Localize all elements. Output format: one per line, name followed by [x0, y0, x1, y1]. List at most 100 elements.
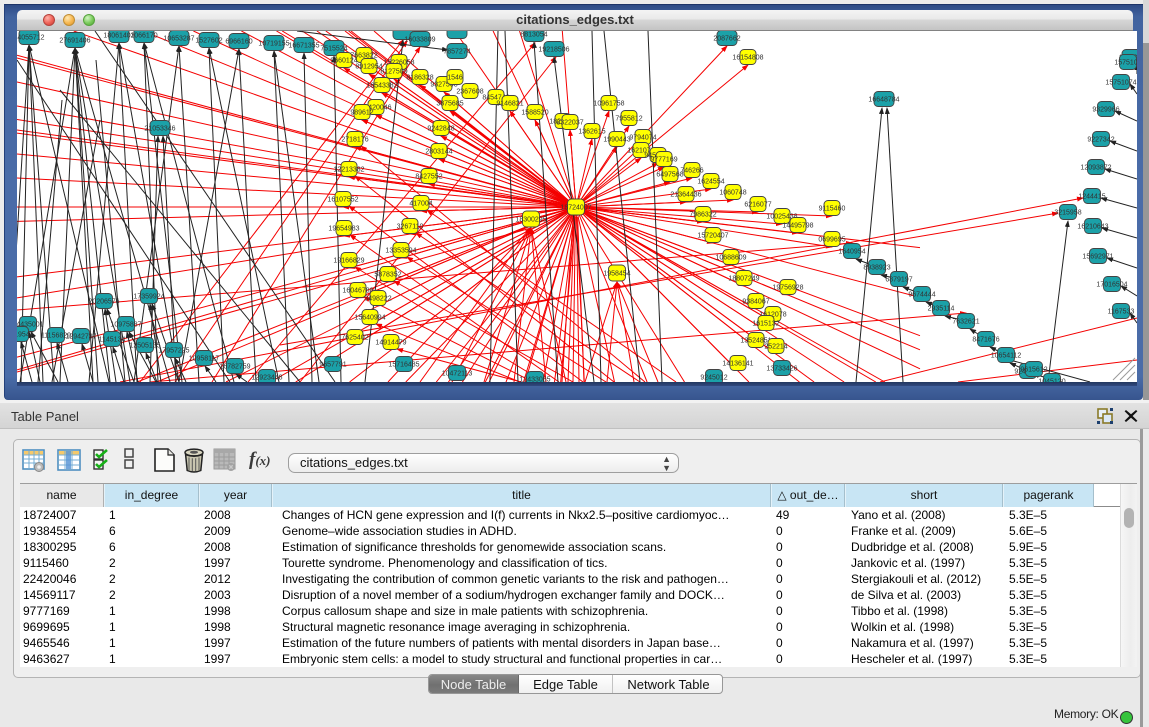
svg-text:3875685: 3875685: [436, 100, 463, 107]
svg-text:9227342: 9227342: [1087, 136, 1114, 143]
svg-text:16210643: 16210643: [1077, 223, 1108, 230]
svg-text:17957225: 17957225: [158, 347, 189, 354]
svg-text:10653287: 10653287: [163, 35, 194, 42]
svg-text:9615612: 9615612: [1020, 366, 1047, 373]
svg-text:19166829: 19166829: [333, 257, 364, 264]
svg-text:9245012: 9245012: [700, 374, 727, 381]
svg-text:16648784: 16648784: [868, 96, 899, 103]
svg-text:417004: 417004: [409, 200, 432, 207]
svg-text:7857274: 7857274: [443, 48, 470, 55]
svg-text:18300295: 18300295: [515, 216, 546, 223]
svg-text:6966160: 6966160: [225, 38, 252, 45]
svg-text:19218506: 19218506: [538, 46, 569, 53]
svg-text:1588520: 1588520: [521, 109, 548, 116]
svg-text:12505135: 12505135: [129, 342, 160, 349]
svg-text:12093872: 12093872: [1080, 164, 1111, 171]
svg-text:15640994: 15640994: [354, 314, 385, 321]
svg-text:16107552: 16107552: [327, 196, 358, 203]
svg-text:10975887: 10975887: [110, 321, 141, 328]
svg-text:1045120: 1045120: [1038, 378, 1065, 382]
svg-text:16033809: 16033809: [404, 36, 435, 43]
svg-text:13733426: 13733426: [766, 365, 797, 372]
svg-text:8471676: 8471676: [972, 336, 999, 343]
svg-text:14136141: 14136141: [722, 360, 753, 367]
svg-text:1615132: 1615132: [752, 320, 779, 327]
svg-text:14495798: 14495798: [782, 222, 813, 229]
svg-text:8427552: 8427552: [415, 173, 442, 180]
svg-text:9115460: 9115460: [819, 205, 846, 212]
svg-text:3498222: 3498222: [364, 295, 391, 302]
svg-text:7632621: 7632621: [952, 318, 979, 325]
svg-text:989612: 989612: [350, 109, 373, 116]
svg-text:15716485: 15716485: [388, 361, 419, 368]
svg-text:9674444: 9674444: [908, 291, 935, 298]
svg-text:16671355: 16671355: [288, 42, 319, 49]
svg-text:10958117: 10958117: [189, 355, 220, 362]
svg-text:1624554: 1624554: [697, 178, 724, 185]
svg-text:6879197: 6879197: [885, 276, 912, 283]
svg-text:7625402: 7625402: [341, 334, 368, 341]
svg-text:15751074: 15751074: [1105, 79, 1136, 86]
svg-text:6216077: 6216077: [744, 201, 771, 208]
svg-text:10961758: 10961758: [593, 100, 624, 107]
svg-text:8127509: 8127509: [380, 68, 407, 75]
svg-text:1167533: 1167533: [1108, 308, 1135, 315]
svg-text:7515524: 7515524: [320, 45, 347, 52]
svg-text:9660124: 9660124: [330, 57, 357, 64]
svg-text:10688609: 10688609: [715, 254, 746, 261]
svg-text:9146821: 9146821: [496, 100, 523, 107]
svg-text:2803144: 2803144: [425, 148, 452, 155]
svg-text:12213382: 12213382: [333, 166, 364, 173]
svg-text:8938923: 8938923: [863, 264, 890, 271]
svg-text:15720407: 15720407: [697, 232, 728, 239]
svg-text:1362615: 1362615: [578, 128, 605, 135]
svg-text:1060748: 1060748: [719, 189, 746, 196]
svg-text:17016504: 17016504: [1096, 281, 1127, 288]
svg-text:9657791: 9657791: [319, 361, 346, 368]
svg-text:2718176: 2718176: [341, 136, 368, 143]
svg-text:10719155: 10719155: [258, 40, 289, 47]
svg-text:1575107: 1575107: [1114, 59, 1137, 66]
svg-text:27691406: 27691406: [59, 37, 90, 44]
svg-text:9384067: 9384067: [742, 298, 769, 305]
svg-text:19654983: 19654983: [328, 225, 359, 232]
svg-text:16782759: 16782759: [219, 363, 250, 370]
svg-text:2935114: 2935114: [928, 305, 955, 312]
svg-text:0699695: 0699695: [818, 236, 845, 243]
svg-text:7955812: 7955812: [615, 115, 642, 122]
svg-text:21053346: 21053346: [144, 125, 175, 132]
svg-text:8322037: 8322037: [556, 119, 583, 126]
svg-text:18807249: 18807249: [728, 275, 759, 282]
svg-text:1990443: 1990443: [603, 136, 630, 143]
svg-text:16543382: 16543382: [366, 82, 397, 89]
svg-text:18724007: 18724007: [560, 204, 591, 211]
svg-text:2367608: 2367608: [456, 88, 483, 95]
svg-text:1244415: 1244415: [1078, 193, 1105, 200]
svg-text:12433065: 12433065: [519, 376, 550, 382]
svg-text:15692971: 15692971: [1082, 253, 1113, 260]
svg-text:12942737: 12942737: [65, 333, 96, 340]
svg-text:1640954: 1640954: [838, 248, 865, 255]
svg-text:21364436: 21364436: [670, 191, 701, 198]
svg-text:3215958: 3215958: [1054, 209, 1081, 216]
svg-text:2087662: 2087662: [713, 35, 740, 42]
svg-text:8186328: 8186328: [406, 74, 433, 81]
svg-text:19756928: 19756928: [772, 284, 803, 291]
svg-text:9242848: 9242848: [427, 125, 454, 132]
svg-text:13353594: 13353594: [385, 247, 416, 254]
svg-text:252214: 252214: [764, 343, 787, 350]
svg-text:9919547: 9919547: [17, 331, 34, 338]
svg-text:8813054: 8813054: [520, 31, 547, 38]
svg-text:1958454: 1958454: [603, 270, 630, 277]
svg-text:14055712: 14055712: [17, 34, 45, 41]
svg-text:12923448: 12923448: [251, 374, 282, 381]
svg-text:10472113: 10472113: [442, 370, 473, 377]
svg-text:9329966: 9329966: [1092, 106, 1119, 113]
svg-text:3267110: 3267110: [397, 223, 424, 230]
svg-text:5878352: 5878352: [374, 271, 401, 278]
svg-text:8912954: 8912954: [355, 63, 382, 70]
svg-text:1066170: 1066170: [130, 32, 157, 39]
svg-text:1145134: 1145134: [99, 336, 126, 343]
svg-text:20206576: 20206576: [88, 298, 119, 305]
svg-text:10654112: 10654112: [991, 352, 1022, 359]
